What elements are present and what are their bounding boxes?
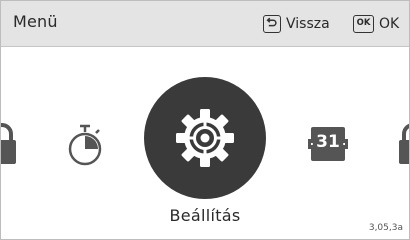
menu-item-timer[interactable] (65, 123, 105, 171)
back-key-icon (263, 15, 281, 33)
menu-carousel: Beállítás 31 3,05,3a (1, 48, 409, 239)
ok-button[interactable]: OK OK (353, 1, 399, 47)
ok-label: OK (379, 16, 400, 32)
menu-item-calendar[interactable]: 31 (308, 123, 348, 169)
gear-icon (176, 109, 234, 167)
version-label: 3,05,3a (368, 223, 403, 233)
menu-title: Menü (13, 12, 58, 31)
back-button[interactable]: Vissza (263, 1, 330, 47)
ok-key-icon: OK (353, 15, 374, 33)
menu-header: Menü Vissza OK OK (1, 1, 409, 47)
calendar-day-number: 31 (316, 132, 340, 152)
menu-screen: Menü Vissza OK OK Beállítás 31 3,05,3a (0, 0, 410, 240)
menu-item-settings-selected[interactable] (144, 77, 266, 199)
menu-item-lock-right[interactable] (398, 122, 409, 170)
menu-item-lock-left[interactable] (1, 122, 17, 170)
lock-icon (1, 123, 16, 164)
timer-icon (68, 124, 102, 166)
lock-icon (399, 123, 409, 164)
back-label: Vissza (286, 16, 330, 32)
selected-item-label: Beállítás (169, 206, 241, 225)
